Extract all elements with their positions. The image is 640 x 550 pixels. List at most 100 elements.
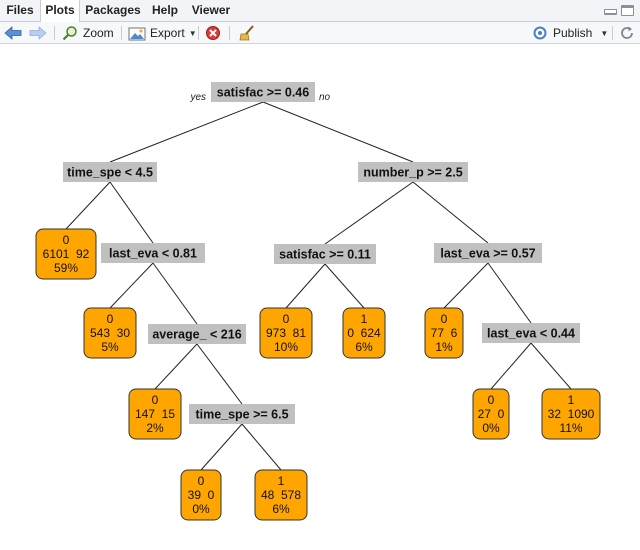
split-node: time_spe >= 6.5 xyxy=(189,404,295,424)
leaf-counts: 48 578 xyxy=(261,488,301,502)
tree-edge xyxy=(262,101,414,163)
tree-edge xyxy=(530,342,572,390)
leaf-percent: 1% xyxy=(435,340,453,354)
split-label: time_spe < 4.5 xyxy=(67,166,153,180)
toolbar-separator xyxy=(229,26,230,40)
tree-edge xyxy=(152,262,198,325)
leaf-percent: 0% xyxy=(482,421,500,435)
tree-edge xyxy=(324,263,365,309)
tab-packages[interactable]: Packages xyxy=(82,0,144,22)
tab-viewer[interactable]: Viewer xyxy=(186,0,236,22)
tree-edge xyxy=(109,181,154,244)
leaf-class: 0 xyxy=(107,312,114,326)
leaf-counts: 0 624 xyxy=(347,326,381,340)
tab-plots[interactable]: Plots xyxy=(40,0,80,23)
leaf-class: 0 xyxy=(441,312,448,326)
leaf-node: 0147 152% xyxy=(128,388,182,440)
leaf-node: 132 109011% xyxy=(541,388,601,440)
split-label: number_p >= 2.5 xyxy=(363,166,462,180)
split-node: last_eva >= 0.57 xyxy=(434,243,542,263)
export-image-icon xyxy=(128,27,146,40)
tree-edge xyxy=(443,262,489,309)
arrow-right-icon xyxy=(29,26,47,40)
split-label: last_eva >= 0.57 xyxy=(440,247,535,261)
split-node: last_eva < 0.44 xyxy=(482,323,580,343)
toolbar-separator xyxy=(612,26,613,40)
leaf-node: 027 00% xyxy=(472,388,510,440)
publish-label: Publish xyxy=(553,26,593,40)
toolbar-separator xyxy=(198,26,199,40)
leaf-percent: 6% xyxy=(272,502,290,516)
tab-help[interactable]: Help xyxy=(146,0,184,22)
export-menu-button[interactable]: Export ▼ xyxy=(128,22,197,44)
export-label: Export xyxy=(150,26,185,40)
split-node: last_eva < 0.81 xyxy=(101,243,205,263)
split-node: number_p >= 2.5 xyxy=(358,162,468,182)
publish-button[interactable]: Publish ▼ xyxy=(532,22,608,44)
leaf-percent: 2% xyxy=(146,421,164,435)
forward-button[interactable] xyxy=(29,22,47,44)
chevron-down-icon: ▼ xyxy=(188,28,197,38)
tree-edge xyxy=(324,181,414,245)
zoom-icon xyxy=(62,26,77,41)
refresh-button[interactable] xyxy=(619,22,635,44)
leaf-counts: 543 30 xyxy=(90,326,130,340)
zoom-button[interactable]: Zoom xyxy=(62,22,114,44)
leaf-counts: 973 81 xyxy=(266,326,306,340)
leaf-node: 0543 305% xyxy=(83,307,137,359)
leaf-counts: 27 0 xyxy=(478,407,505,421)
tree-edge xyxy=(196,343,243,405)
tree-edge xyxy=(65,181,111,230)
leaf-node: 10 6246% xyxy=(342,307,386,359)
leaf-class: 1 xyxy=(361,312,368,326)
split-label: satisfac >= 0.46 xyxy=(217,86,309,100)
leaf-percent: 5% xyxy=(101,340,119,354)
leaf-class: 0 xyxy=(488,393,495,407)
tree-edge xyxy=(285,263,326,309)
leaf-percent: 0% xyxy=(192,502,210,516)
split-node: satisfac >= 0.11 xyxy=(274,244,376,264)
leaf-node: 077 61% xyxy=(424,307,464,359)
arrow-left-icon xyxy=(4,26,22,40)
leaf-percent: 59% xyxy=(54,261,78,275)
chevron-down-icon: ▼ xyxy=(600,28,609,38)
leaf-counts: 147 15 xyxy=(135,407,175,421)
leaf-percent: 10% xyxy=(274,340,298,354)
tree-edge xyxy=(109,101,264,163)
maximize-pane-button[interactable] xyxy=(621,5,634,16)
split-label: last_eva < 0.44 xyxy=(487,327,575,341)
split-node: satisfac >= 0.46 xyxy=(211,82,315,102)
toolbar-separator xyxy=(121,26,122,40)
pane-tab-bar: Files Plots Packages Help Viewer xyxy=(0,0,640,23)
toolbar-separator xyxy=(54,26,55,40)
refresh-icon xyxy=(621,26,633,39)
tree-edge xyxy=(412,181,489,244)
publish-icon xyxy=(533,26,547,40)
split-label: last_eva < 0.81 xyxy=(109,247,197,261)
tree-edge xyxy=(109,262,154,309)
leaf-class: 1 xyxy=(278,474,285,488)
tree-edge xyxy=(154,343,198,390)
leaf-node: 0973 8110% xyxy=(259,307,313,359)
minimize-pane-button[interactable] xyxy=(604,9,617,15)
leaf-node: 148 5786% xyxy=(254,469,308,521)
leaf-percent: 11% xyxy=(559,421,582,435)
tree-edge xyxy=(200,423,243,471)
zoom-label: Zoom xyxy=(83,26,114,40)
leaf-counts: 39 0 xyxy=(188,488,215,502)
tree-edge xyxy=(487,262,532,324)
remove-plot-icon xyxy=(206,26,220,40)
split-node: average_ < 216 xyxy=(148,324,246,344)
leaf-class: 0 xyxy=(63,233,70,247)
decision-tree-plot: yes no satisfac >= 0.46 time_spe < 4.5 numbe… xyxy=(35,82,601,521)
plot-viewer: yes no satisfac >= 0.46 time_spe < 4.5 numbe… xyxy=(0,45,640,550)
remove-plot-button[interactable] xyxy=(205,22,221,44)
clear-all-plots-button[interactable] xyxy=(238,22,256,44)
split-label: average_ < 216 xyxy=(152,328,241,342)
leaf-counts: 6101 92 xyxy=(43,247,90,261)
plots-toolbar: Zoom Export ▼ Publish ▼ xyxy=(0,22,640,44)
edge-label-no: no xyxy=(319,92,331,103)
tab-files[interactable]: Files xyxy=(2,0,38,22)
split-node: time_spe < 4.5 xyxy=(63,162,157,182)
back-button[interactable] xyxy=(4,22,22,44)
